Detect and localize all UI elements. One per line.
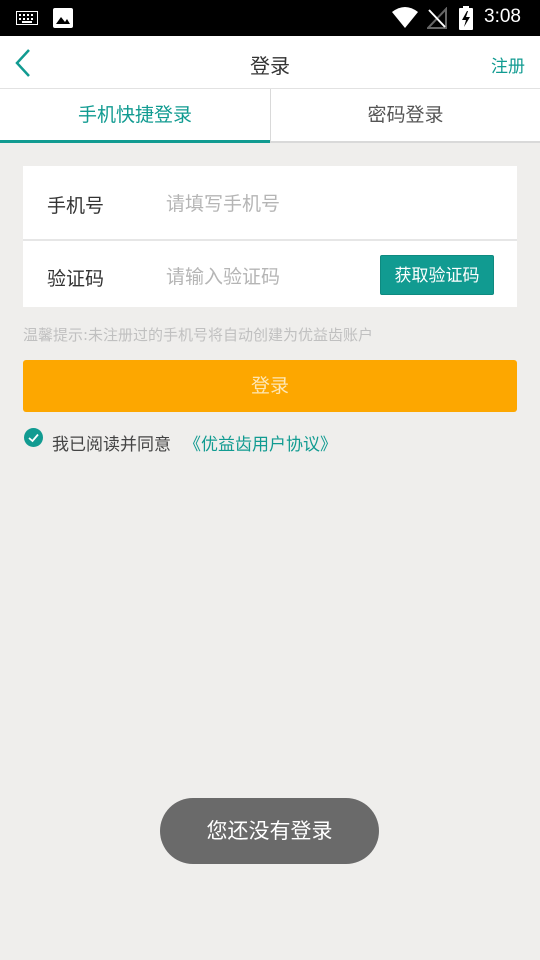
header-bar: 登录 注册 — [0, 36, 540, 89]
register-link[interactable]: 注册 — [491, 52, 525, 77]
page-title: 登录 — [250, 54, 290, 78]
battery-charging-icon — [459, 6, 473, 30]
tab-password-login[interactable]: 密码登录 — [270, 89, 540, 143]
status-clock: 3:08 — [484, 6, 521, 27]
tab-phone-quick-login[interactable]: 手机快捷登录 — [0, 89, 270, 143]
agreement-text: 我已阅读并同意 — [52, 435, 171, 455]
login-button[interactable]: 登录 — [23, 360, 517, 412]
get-code-button[interactable]: 获取验证码 — [380, 255, 494, 295]
code-label: 验证码 — [47, 268, 105, 290]
keyboard-icon — [16, 11, 38, 25]
code-row: 验证码 获取验证码 — [23, 242, 517, 307]
user-agreement-link[interactable]: 《优益齿用户协议》 — [184, 430, 337, 455]
code-input[interactable] — [166, 262, 366, 292]
signal-off-icon — [427, 7, 447, 29]
login-form: 手机号 验证码 获取验证码 — [23, 166, 517, 307]
registration-tip: 温馨提示:未注册过的手机号将自动创建为优益齿账户 — [23, 326, 374, 344]
wifi-icon — [392, 7, 418, 28]
image-icon — [53, 8, 73, 28]
phone-label: 手机号 — [47, 195, 105, 217]
phone-input[interactable] — [166, 189, 486, 219]
toast-message: 您还没有登录 — [160, 798, 379, 864]
phone-row: 手机号 — [23, 166, 517, 241]
check-circle-icon[interactable] — [24, 428, 43, 447]
status-bar: 3:08 — [0, 0, 540, 36]
login-tabs: 手机快捷登录 密码登录 — [0, 89, 540, 143]
